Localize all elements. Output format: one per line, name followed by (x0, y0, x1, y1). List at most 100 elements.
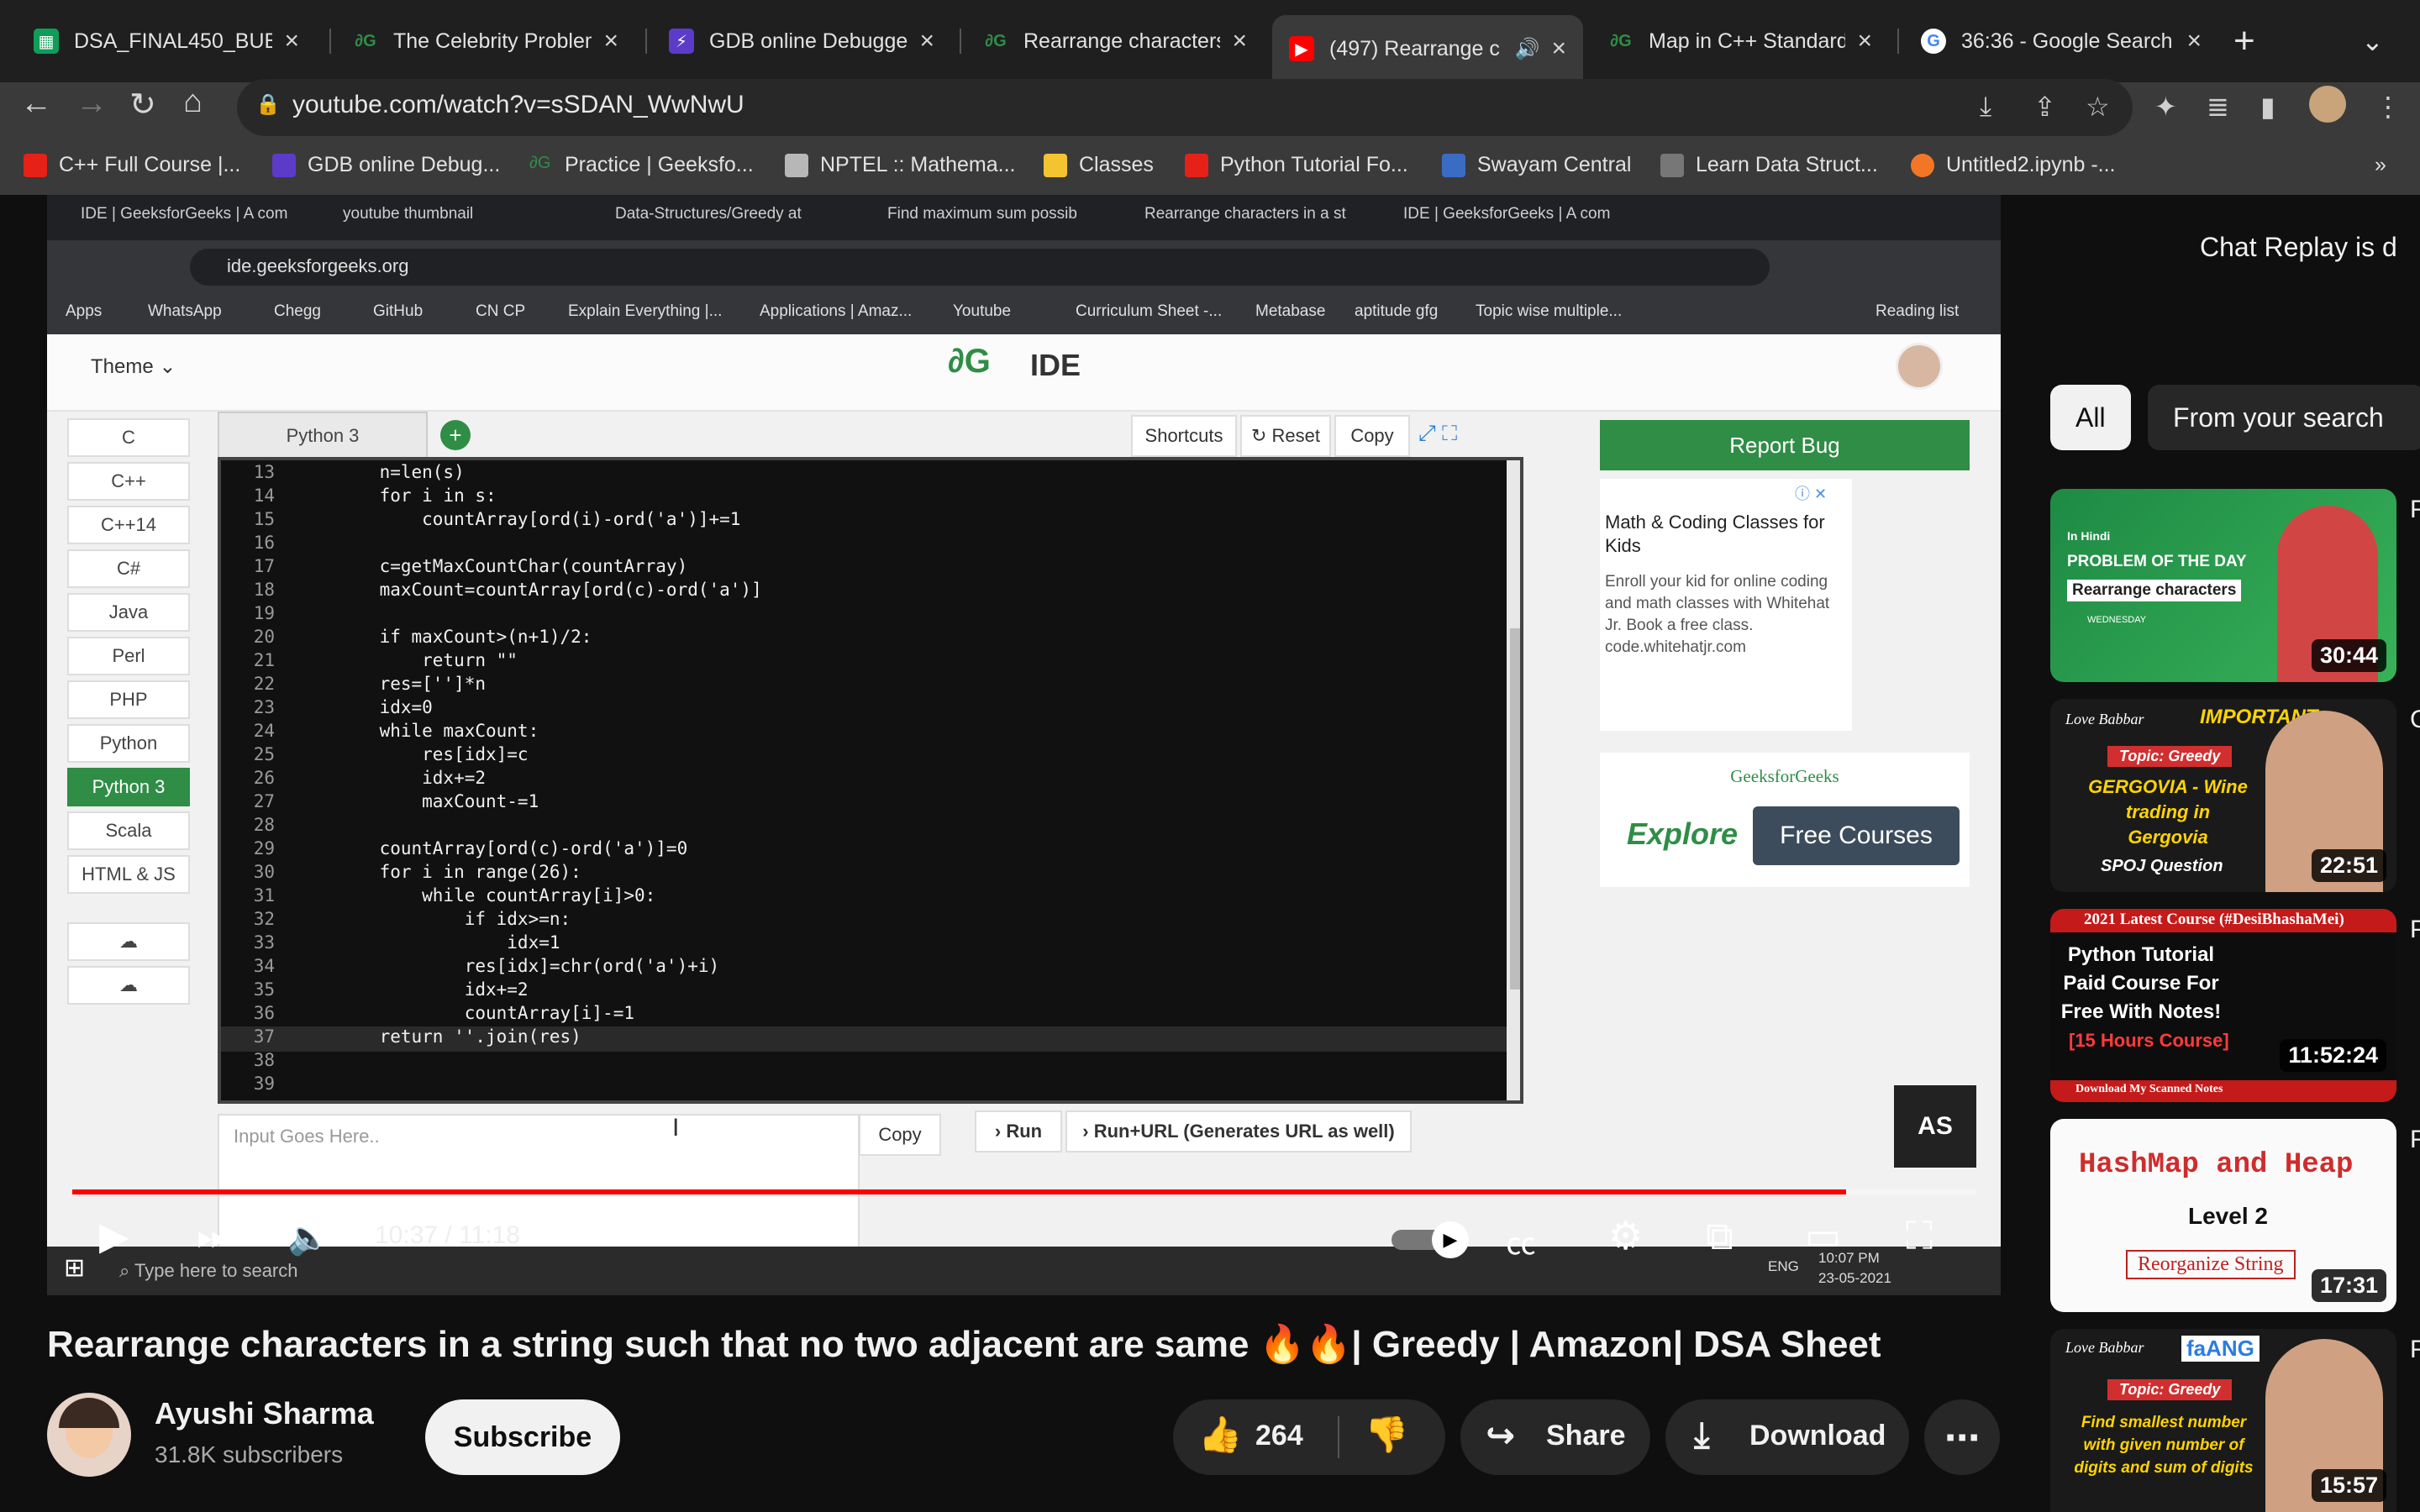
related-video-thumbnail[interactable]: Love Babbar faANG Topic: Greedy Find sma… (2050, 1329, 2396, 1512)
video-inner-bookmarks (47, 294, 2001, 334)
profile-avatar[interactable] (2309, 86, 2346, 123)
reload-icon[interactable]: ↻ (129, 86, 156, 123)
gfg-logo-icon: ∂G (948, 343, 991, 380)
report-bug-button: Report Bug (1600, 420, 1970, 470)
browser-tab[interactable]: ∂G Map in C++ Standard × (1591, 15, 1889, 67)
install-icon[interactable]: ⤓ (1980, 91, 1991, 123)
subscribe-button[interactable]: Subscribe (425, 1399, 620, 1475)
code-line: for i in range(26): (337, 862, 581, 882)
chip-all[interactable]: All (2050, 385, 2131, 450)
run-button: › Run (975, 1110, 1062, 1152)
more-actions-icon[interactable]: ⋯ (1924, 1399, 2000, 1475)
like-icon[interactable]: 👍 (1198, 1415, 1242, 1456)
expand-icon: ⤢ ⛶ (1418, 420, 1458, 445)
browser-tab-active[interactable]: ▶ (497) Rearrange c 🔊 × (1272, 15, 1583, 82)
speaker-icon[interactable]: 🔊 (1515, 37, 1540, 61)
bookmark-item[interactable]: Classes (1044, 153, 1154, 177)
theme-dropdown: Theme ⌄ (91, 355, 176, 378)
volume-icon[interactable]: 🔈 (287, 1218, 329, 1257)
video-inner-bookmark: Reading list (1876, 302, 1960, 320)
code-line: idx=0 (337, 697, 433, 717)
chip-from-your-search[interactable]: From your search (2148, 385, 2420, 450)
ide-title: IDE (1030, 348, 1081, 382)
bookmarks-overflow-icon[interactable]: » (2375, 153, 2386, 177)
ad-info-icon: ⓘ ✕ (1795, 486, 1828, 502)
gfg-icon: ∂G (985, 31, 1007, 50)
url-text[interactable]: youtube.com/watch?v=sSDAN_WwNwU (292, 91, 744, 119)
browser-tab[interactable]: G 36:36 - Google Search × (1904, 15, 2218, 67)
fullscreen-icon[interactable]: ⛶ (1906, 1213, 1933, 1260)
miniplayer-icon[interactable]: ⧉ (1706, 1213, 1733, 1260)
bookmark-item[interactable]: Learn Data Struct... (1660, 153, 1878, 177)
menu-kebab-icon[interactable]: ⋮ (2375, 91, 2402, 123)
code-line: res=['']*n (337, 674, 487, 694)
line-number: 35 (253, 979, 275, 1000)
bookmark-item[interactable]: C++ Full Course |... (24, 153, 240, 177)
share-button[interactable]: ↪ Share (1460, 1399, 1650, 1475)
video-inner-bookmark: aptitude gfg (1355, 302, 1439, 320)
code-line: idx+=2 (337, 979, 529, 1000)
line-number: 28 (253, 815, 275, 835)
channel-name[interactable]: Ayushi Sharma (155, 1396, 374, 1431)
related-video-thumbnail[interactable]: In Hindi PROBLEM OF THE DAY Rearrange ch… (2050, 489, 2396, 682)
browser-tab[interactable]: ▦ DSA_FINAL450_BUBB × (17, 15, 316, 67)
captions-icon[interactable]: ㏄ (1506, 1220, 1536, 1263)
line-number: 31 (253, 885, 275, 906)
play-icon[interactable]: ▶ (99, 1213, 129, 1258)
next-icon[interactable]: ⏭ (197, 1213, 231, 1260)
close-tab-icon[interactable]: × (1857, 27, 1872, 55)
close-tab-icon[interactable]: × (1232, 27, 1247, 55)
language-option: Scala (67, 811, 190, 850)
like-count[interactable]: 264 (1255, 1420, 1303, 1452)
code-line: res[idx]=c (337, 744, 529, 764)
forward-icon[interactable]: → (76, 86, 108, 122)
side-panel-icon[interactable]: ▮ (2260, 91, 2275, 123)
new-tab-icon[interactable]: + (2233, 20, 2255, 62)
share-page-icon[interactable]: ⇪ (2033, 91, 2056, 123)
nptel-icon (785, 153, 808, 177)
close-tab-icon[interactable]: × (603, 27, 618, 55)
channel-avatar[interactable] (47, 1393, 131, 1477)
close-tab-icon[interactable]: × (1551, 34, 1566, 63)
bookmark-item[interactable]: ∂G Practice | Geeksfo... (529, 153, 754, 177)
related-video-thumbnail[interactable]: HashMap and Heap Level 2 Reorganize Stri… (2050, 1119, 2396, 1312)
close-tab-icon[interactable]: × (919, 27, 934, 55)
video-inner-tab: Rearrange characters in a st (1144, 205, 1346, 223)
promo-brand: GeeksforGeeks (1730, 766, 1839, 786)
video-inner-bookmark: Youtube (953, 302, 1012, 320)
media-control-icon[interactable]: ≣ (2207, 91, 2229, 123)
video-player[interactable]: IDE | GeeksforGeeks | A com youtube thum… (47, 195, 2001, 1295)
language-option: C++ (67, 462, 190, 501)
related-video-thumbnail[interactable]: 2021 Latest Course (#DesiBhashaMei) Pyth… (2050, 909, 2396, 1102)
download-cloud-icon: ☁ (67, 966, 190, 1005)
line-number: 19 (253, 603, 275, 623)
extensions-icon[interactable]: ✦ (2154, 91, 2177, 123)
bookmark-item[interactable]: Swayam Central (1442, 153, 1631, 177)
google-icon: G (1921, 29, 1946, 54)
video-inner-tab: youtube thumbnail (343, 205, 474, 223)
input-copy-button: Copy (859, 1114, 941, 1156)
browser-tab[interactable]: ⚡ GDB online Debugger × (652, 15, 951, 67)
bookmark-item[interactable]: GDB online Debug... (272, 153, 500, 177)
download-button[interactable]: ⤓ Download (1665, 1399, 1909, 1475)
bookmark-item[interactable]: NPTEL :: Mathema... (785, 153, 1015, 177)
back-icon[interactable]: ← (20, 86, 52, 122)
related-video-thumbnail[interactable]: Love Babbar IMPORTANT Topic: Greedy GERG… (2050, 699, 2396, 892)
home-icon[interactable]: ⌂ (183, 84, 203, 120)
browser-tab[interactable]: ∂G The Celebrity Problem × (336, 15, 635, 67)
code-line: return "" (337, 650, 518, 670)
close-tab-icon[interactable]: × (284, 27, 299, 55)
code-line: while countArray[i]>0: (337, 885, 656, 906)
line-number: 33 (253, 932, 275, 953)
bookmark-star-icon[interactable]: ☆ (2086, 91, 2110, 123)
dislike-icon[interactable]: 👎 (1365, 1415, 1408, 1456)
bookmark-item[interactable]: Python Tutorial Fo... (1185, 153, 1408, 177)
autoplay-toggle[interactable]: ▶ (1392, 1221, 1492, 1258)
theater-mode-icon[interactable]: ▭ (1805, 1213, 1841, 1258)
browser-tab[interactable]: ∂G Rearrange characters × (966, 15, 1264, 67)
tab-search-chevron-icon[interactable]: ⌄ (2361, 25, 2384, 57)
bookmark-item[interactable]: Untitled2.ipynb -... (1911, 153, 2116, 177)
close-tab-icon[interactable]: × (2186, 27, 2202, 55)
settings-gear-icon[interactable]: ⚙ (1608, 1213, 1643, 1258)
run-url-button: › Run+URL (Generates URL as well) (1065, 1110, 1412, 1152)
